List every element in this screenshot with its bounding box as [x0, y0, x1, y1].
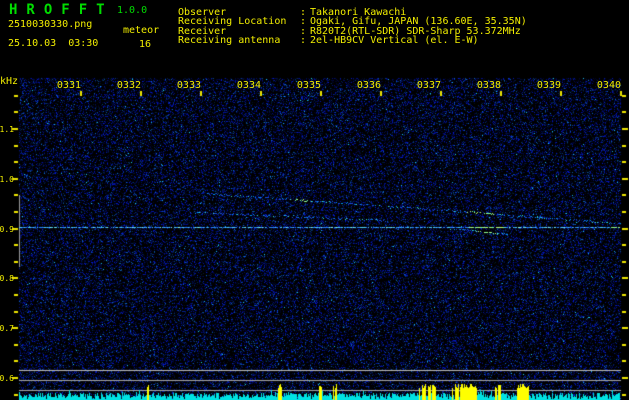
time-axis-label: 0332 [116, 80, 141, 91]
time-axis-label: 0340 [596, 80, 621, 91]
time-axis-label: 0336 [356, 80, 381, 91]
station-info-block: Observer : Takanori Kawachi Receiving Lo… [178, 7, 527, 47]
app-title: HROFFT [9, 2, 114, 18]
mode-label: meteor [123, 25, 160, 36]
spectrogram-canvas [0, 0, 629, 400]
time-axis-label: 0335 [296, 80, 321, 91]
time-axis-label: 0339 [536, 80, 561, 91]
time-axis-label: 0333 [176, 80, 201, 91]
echo-count: 16 [139, 39, 152, 50]
frequency-axis-label: 1.0 [0, 175, 14, 184]
y-axis-unit-label: kHz [0, 76, 19, 87]
time-axis-label: 0338 [476, 80, 501, 91]
time-axis-label: 0331 [56, 80, 81, 91]
hrofft-spectrogram-image: HROFFT 1.0.0 2510030330.png meteor 25.10… [0, 0, 629, 400]
time-axis-label: 0334 [236, 80, 261, 91]
observation-datetime: 25.10.03 03:30 [8, 38, 99, 49]
frequency-axis-label: 0.7 [0, 324, 14, 333]
time-axis-label: 0337 [416, 80, 441, 91]
info-label: Receiving antenna [178, 35, 281, 47]
output-filename: 2510030330.png [8, 19, 93, 30]
frequency-axis-label: 0.9 [0, 225, 14, 234]
app-version: 1.0.0 [117, 5, 148, 16]
info-row-antenna: Receiving antenna : 2el-HB9CV Vertical (… [178, 35, 527, 47]
frequency-axis-label: 1.1 [0, 125, 14, 134]
info-value: 2el-HB9CV Vertical (el. E-W) [310, 35, 479, 47]
frequency-axis-label: 0.8 [0, 274, 14, 283]
frequency-axis-label: 0.6 [0, 374, 14, 383]
info-separator: : [300, 35, 307, 47]
